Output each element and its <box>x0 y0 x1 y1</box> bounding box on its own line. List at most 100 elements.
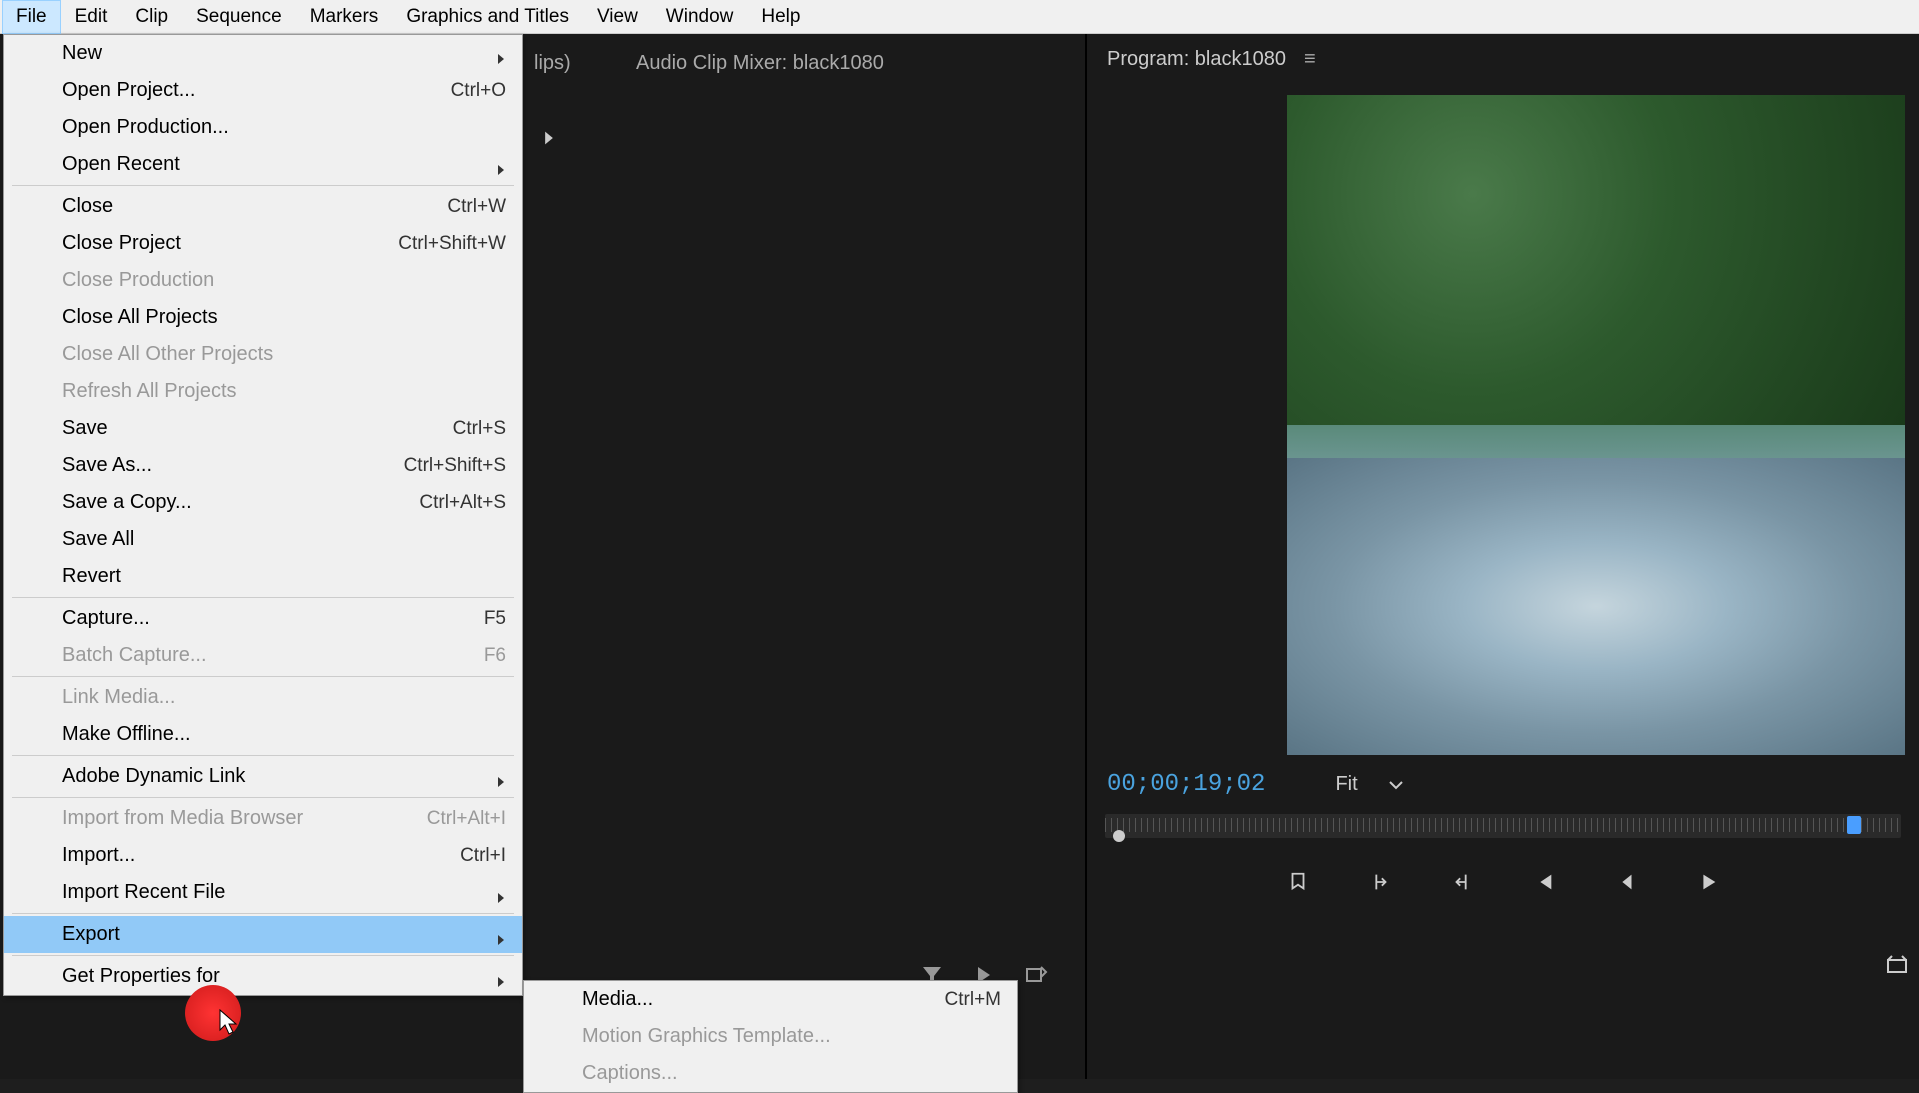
go-to-in-icon[interactable] <box>1528 866 1560 898</box>
preview-area <box>1087 85 1919 755</box>
video-preview[interactable] <box>1287 95 1905 755</box>
menu-item-close-project[interactable]: Close ProjectCtrl+Shift+W <box>4 225 522 262</box>
menu-sequence[interactable]: Sequence <box>182 0 296 34</box>
menu-item-open-project[interactable]: Open Project...Ctrl+O <box>4 72 522 109</box>
menu-item-label: Export <box>62 923 486 946</box>
menu-item-open-production[interactable]: Open Production... <box>4 109 522 146</box>
submenu-item-media[interactable]: Media...Ctrl+M <box>524 981 1017 1018</box>
menu-item-label: Close All Other Projects <box>62 343 506 366</box>
chevron-right-icon <box>496 888 506 898</box>
menu-item-import[interactable]: Import...Ctrl+I <box>4 837 522 874</box>
menu-item-label: Close All Projects <box>62 306 506 329</box>
menu-item-close-all-projects[interactable]: Close All Projects <box>4 299 522 336</box>
program-header: Program: black1080 ≡ <box>1087 34 1919 85</box>
in-point-icon[interactable] <box>1364 866 1396 898</box>
menu-item-export[interactable]: Export <box>4 916 522 953</box>
marker-icon[interactable] <box>1282 866 1314 898</box>
step-back-icon[interactable] <box>1610 866 1642 898</box>
menu-item-label: Adobe Dynamic Link <box>62 765 486 788</box>
tab-clips-partial[interactable]: lips) <box>530 46 575 81</box>
menu-item-save-as[interactable]: Save As...Ctrl+Shift+S <box>4 447 522 484</box>
menu-item-label: Close Production <box>62 269 506 292</box>
menu-item-shortcut: Ctrl+M <box>945 989 1001 1011</box>
menu-item-shortcut: Ctrl+W <box>447 196 506 218</box>
menubar: File Edit Clip Sequence Markers Graphics… <box>0 0 1919 34</box>
play-icon[interactable] <box>1692 866 1724 898</box>
chevron-right-icon <box>496 930 506 940</box>
menu-item-shortcut: Ctrl+S <box>453 418 506 440</box>
expand-arrow-icon[interactable] <box>542 129 556 152</box>
menu-item-shortcut: Ctrl+I <box>460 845 506 867</box>
zoom-fit-dropdown[interactable]: Fit <box>1335 773 1403 796</box>
timeline-ruler[interactable] <box>1105 814 1901 838</box>
menu-item-refresh-all-projects: Refresh All Projects <box>4 373 522 410</box>
timecode-row: 00;00;19;02 Fit <box>1087 755 1919 814</box>
menu-view[interactable]: View <box>583 0 652 34</box>
menu-item-label: Captions... <box>582 1062 1001 1085</box>
safe-margins-icon[interactable] <box>1885 954 1909 983</box>
fit-label: Fit <box>1335 773 1357 796</box>
menu-item-label: Import from Media Browser <box>62 807 427 830</box>
menu-clip[interactable]: Clip <box>121 0 182 34</box>
chevron-down-icon <box>1388 780 1404 790</box>
out-point-icon[interactable] <box>1446 866 1478 898</box>
menu-item-label: Close <box>62 195 447 218</box>
menu-item-label: Media... <box>582 988 945 1011</box>
menu-item-label: Close Project <box>62 232 398 255</box>
submenu-item-motion-graphics-template: Motion Graphics Template... <box>524 1018 1017 1055</box>
menu-item-save-all[interactable]: Save All <box>4 521 522 558</box>
program-panel: Program: black1080 ≡ 00;00;19;02 Fit <box>1085 34 1919 1079</box>
current-timecode[interactable]: 00;00;19;02 <box>1107 771 1265 798</box>
menu-item-close-production: Close Production <box>4 262 522 299</box>
menu-item-label: Open Project... <box>62 79 451 102</box>
menu-item-close[interactable]: CloseCtrl+W <box>4 188 522 225</box>
menu-item-save[interactable]: SaveCtrl+S <box>4 410 522 447</box>
menu-item-label: Import... <box>62 844 460 867</box>
menu-graphics-titles[interactable]: Graphics and Titles <box>392 0 583 34</box>
menu-item-label: Save <box>62 417 453 440</box>
menu-item-adobe-dynamic-link[interactable]: Adobe Dynamic Link <box>4 758 522 795</box>
out-point-marker[interactable] <box>1847 816 1861 834</box>
export-frame-icon[interactable] <box>1024 963 1048 987</box>
menu-item-save-a-copy[interactable]: Save a Copy...Ctrl+Alt+S <box>4 484 522 521</box>
menu-item-label: Import Recent File <box>62 881 486 904</box>
chevron-right-icon <box>496 972 506 982</box>
menu-window[interactable]: Window <box>652 0 748 34</box>
menu-item-batch-capture: Batch Capture...F6 <box>4 637 522 674</box>
timeline-ruler-row <box>1087 814 1919 846</box>
menu-help[interactable]: Help <box>747 0 814 34</box>
menu-item-label: Batch Capture... <box>62 644 484 667</box>
menu-item-label: New <box>62 42 486 65</box>
menu-item-make-offline[interactable]: Make Offline... <box>4 716 522 753</box>
tab-audio-clip-mixer[interactable]: Audio Clip Mixer: black1080 <box>632 46 888 81</box>
menu-item-label: Revert <box>62 565 506 588</box>
menu-item-revert[interactable]: Revert <box>4 558 522 595</box>
menu-item-import-recent-file[interactable]: Import Recent File <box>4 874 522 911</box>
playhead-handle[interactable] <box>1113 830 1125 842</box>
menu-item-shortcut: F6 <box>484 645 506 667</box>
menu-item-get-properties-for[interactable]: Get Properties for <box>4 958 522 995</box>
playback-controls <box>1087 846 1919 918</box>
menu-item-label: Open Recent <box>62 153 486 176</box>
menu-item-shortcut: Ctrl+Shift+S <box>404 455 506 477</box>
menu-item-label: Refresh All Projects <box>62 380 506 403</box>
menu-item-label: Open Production... <box>62 116 506 139</box>
menu-item-link-media: Link Media... <box>4 679 522 716</box>
menu-markers[interactable]: Markers <box>296 0 393 34</box>
menu-edit[interactable]: Edit <box>61 0 122 34</box>
menu-item-label: Save a Copy... <box>62 491 419 514</box>
menu-item-open-recent[interactable]: Open Recent <box>4 146 522 183</box>
submenu-item-captions: Captions... <box>524 1055 1017 1092</box>
panel-menu-icon[interactable]: ≡ <box>1304 48 1316 71</box>
chevron-right-icon <box>496 49 506 59</box>
menu-item-label: Motion Graphics Template... <box>582 1025 1001 1048</box>
menu-item-close-all-other-projects: Close All Other Projects <box>4 336 522 373</box>
export-submenu: Media...Ctrl+M Motion Graphics Template..… <box>523 980 1018 1093</box>
menu-item-shortcut: Ctrl+Alt+S <box>419 492 506 514</box>
menu-item-new[interactable]: New <box>4 35 522 72</box>
menu-item-capture[interactable]: Capture...F5 <box>4 600 522 637</box>
menu-item-label: Save As... <box>62 454 404 477</box>
menu-item-shortcut: F5 <box>484 608 506 630</box>
menu-item-label: Save All <box>62 528 506 551</box>
menu-file[interactable]: File <box>2 0 61 34</box>
